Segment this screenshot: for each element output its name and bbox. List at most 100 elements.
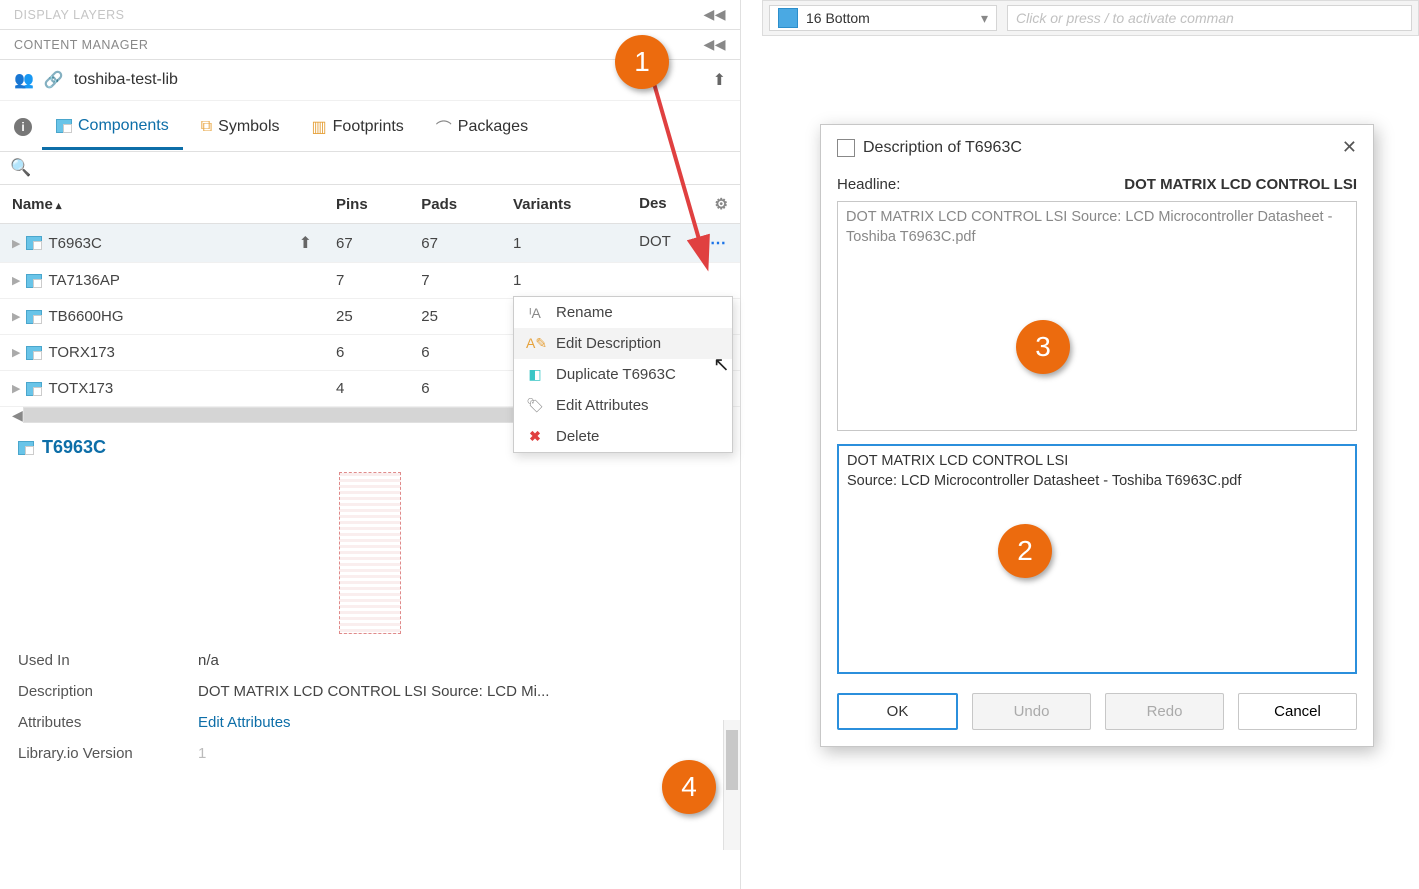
cell-name: T6963C bbox=[48, 235, 101, 252]
component-icon bbox=[26, 382, 42, 396]
description-dialog: Description of T6963C ✕ Headline: DOT MA… bbox=[820, 124, 1374, 747]
callout-3: 3 bbox=[1016, 320, 1070, 374]
top-toolbar: 16 Bottom ▾ Click or press / to activate… bbox=[762, 0, 1419, 36]
headline-value: DOT MATRIX LCD CONTROL LSI bbox=[1124, 176, 1357, 193]
team-icon: 👥 bbox=[14, 70, 34, 90]
callout-2: 2 bbox=[998, 524, 1052, 578]
expand-icon[interactable]: ▶ bbox=[12, 274, 20, 287]
component-icon bbox=[18, 441, 34, 455]
cell-pins: 25 bbox=[324, 299, 409, 335]
command-hint-text: Click or press / to activate comman bbox=[1016, 10, 1234, 26]
delete-icon: ✖ bbox=[526, 428, 544, 445]
footprint-icon: ▥ bbox=[312, 117, 327, 137]
expand-icon[interactable]: ▶ bbox=[12, 310, 20, 323]
component-icon bbox=[26, 274, 42, 288]
tab-label: Packages bbox=[458, 118, 528, 136]
cell-name: TOTX173 bbox=[48, 380, 113, 397]
vertical-scrollbar[interactable] bbox=[723, 720, 740, 850]
rename-item[interactable]: ᴵA Rename bbox=[514, 297, 732, 328]
description-label: Description bbox=[18, 683, 198, 700]
upload-icon[interactable]: ⬆ bbox=[713, 70, 726, 90]
dialog-title-text: Description of T6963C bbox=[863, 139, 1022, 157]
rename-label: Rename bbox=[556, 304, 613, 321]
tag-icon: 🏷 bbox=[526, 397, 544, 414]
collapse-icon[interactable]: ◀◀ bbox=[703, 6, 726, 23]
callout-label: 3 bbox=[1035, 331, 1051, 363]
edit-description-item[interactable]: A✎ Edit Description bbox=[514, 328, 732, 359]
search-input[interactable] bbox=[39, 159, 730, 178]
callout-label: 2 bbox=[1017, 535, 1033, 567]
cell-pins: 4 bbox=[324, 371, 409, 407]
row-actions-button[interactable]: ⋯ bbox=[710, 233, 728, 253]
delete-item[interactable]: ✖ Delete bbox=[514, 421, 732, 452]
pencil-icon: A✎ bbox=[526, 335, 544, 352]
component-icon bbox=[26, 346, 42, 360]
display-layers-header[interactable]: DISPLAY LAYERS ◀◀ bbox=[0, 0, 740, 30]
description-edit-field[interactable] bbox=[837, 444, 1357, 674]
component-icon bbox=[26, 236, 42, 250]
tab-symbols[interactable]: ⧉ Symbols bbox=[187, 106, 294, 148]
upload-icon[interactable]: ⬆ bbox=[299, 233, 312, 253]
used-in-label: Used In bbox=[18, 652, 198, 669]
edit-attributes-item[interactable]: 🏷 Edit Attributes bbox=[514, 390, 732, 421]
layer-select[interactable]: 16 Bottom ▾ bbox=[769, 5, 997, 31]
col-pads[interactable]: Pads bbox=[409, 185, 501, 224]
col-variants[interactable]: Variants bbox=[501, 185, 627, 224]
col-desc[interactable]: Des ⚙ bbox=[627, 185, 740, 224]
cell-pads: 25 bbox=[409, 299, 501, 335]
cell-pads: 6 bbox=[409, 335, 501, 371]
cell-variants: 1 bbox=[501, 224, 627, 263]
cell-name: TB6600HG bbox=[48, 308, 123, 325]
meta-grid: Used In n/a Description DOT MATRIX LCD C… bbox=[18, 652, 722, 762]
ok-button[interactable]: OK bbox=[837, 693, 958, 730]
table-row[interactable]: ▶ T6963C ⬆ 67 67 1 DOT ⋯ bbox=[0, 224, 740, 263]
libver-label: Library.io Version bbox=[18, 745, 198, 762]
col-pins[interactable]: Pins bbox=[324, 185, 409, 224]
preview-title-text: T6963C bbox=[42, 437, 106, 458]
edit-attributes-link[interactable]: Edit Attributes bbox=[198, 714, 722, 731]
attributes-label: Attributes bbox=[18, 714, 198, 731]
tab-label: Footprints bbox=[333, 118, 404, 136]
cell-pins: 67 bbox=[324, 224, 409, 263]
tab-footprints[interactable]: ▥ Footprints bbox=[298, 105, 418, 149]
duplicate-label: Duplicate T6963C bbox=[556, 366, 676, 383]
tab-label: Symbols bbox=[218, 118, 279, 136]
table-row[interactable]: ▶ TA7136AP 7 7 1 bbox=[0, 263, 740, 299]
tab-components[interactable]: Components bbox=[42, 105, 183, 150]
command-input[interactable]: Click or press / to activate comman bbox=[1007, 5, 1412, 31]
libver-value: 1 bbox=[198, 745, 722, 762]
duplicate-item[interactable]: ◧ Duplicate T6963C bbox=[514, 359, 732, 390]
callout-1: 1 bbox=[615, 35, 669, 89]
edit-attributes-label: Edit Attributes bbox=[556, 397, 649, 414]
collapse-icon[interactable]: ◀◀ bbox=[703, 36, 726, 53]
cancel-button[interactable]: Cancel bbox=[1238, 693, 1357, 730]
cell-name: TA7136AP bbox=[48, 272, 119, 289]
expand-icon[interactable]: ▶ bbox=[12, 346, 20, 359]
gear-icon[interactable]: ⚙ bbox=[715, 195, 728, 213]
col-name[interactable]: Name bbox=[0, 185, 324, 224]
component-icon bbox=[26, 310, 42, 324]
expand-icon[interactable]: ▶ bbox=[12, 237, 20, 250]
search-icon: 🔍 bbox=[10, 158, 31, 178]
expand-icon[interactable]: ▶ bbox=[12, 382, 20, 395]
display-layers-title: DISPLAY LAYERS bbox=[14, 8, 125, 22]
col-name-label: Name bbox=[12, 196, 61, 213]
tab-label: Components bbox=[78, 117, 169, 135]
component-icon bbox=[56, 119, 72, 133]
rename-icon: ᴵA bbox=[526, 305, 544, 321]
redo-button[interactable]: Redo bbox=[1105, 693, 1224, 730]
undo-button[interactable]: Undo bbox=[972, 693, 1091, 730]
content-manager-title: CONTENT MANAGER bbox=[14, 38, 148, 52]
layer-select-value: 16 Bottom bbox=[806, 10, 870, 26]
close-button[interactable]: ✕ bbox=[1342, 137, 1357, 158]
library-name[interactable]: toshiba-test-lib bbox=[74, 71, 178, 89]
cursor-icon: ↖ bbox=[713, 352, 730, 377]
tab-packages[interactable]: ⌒ Packages bbox=[422, 103, 542, 151]
link-icon: 🔗 bbox=[44, 70, 64, 90]
delete-label: Delete bbox=[556, 428, 599, 445]
headline-label: Headline: bbox=[837, 176, 900, 193]
component-preview: T6963C Used In n/a Description DOT MATRI… bbox=[0, 423, 740, 889]
library-tabs: i Components ⧉ Symbols ▥ Footprints ⌒ Pa… bbox=[0, 101, 740, 152]
info-icon[interactable]: i bbox=[14, 118, 32, 136]
edit-description-label: Edit Description bbox=[556, 335, 661, 352]
